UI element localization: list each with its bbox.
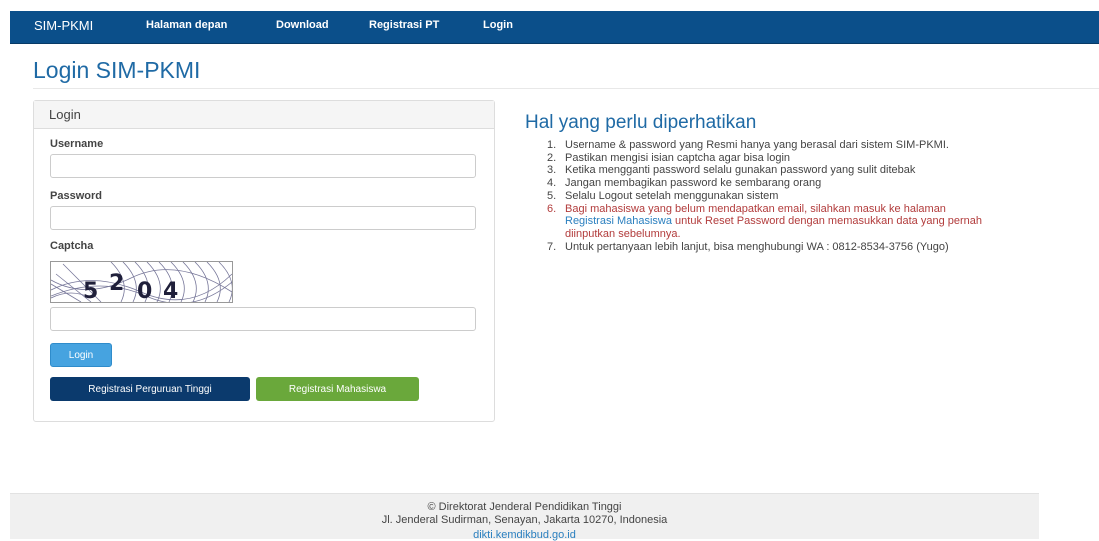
- nav-halaman-depan[interactable]: Halaman depan: [146, 19, 227, 31]
- info-title: Hal yang perlu diperhatikan: [525, 112, 757, 133]
- captcha-digit: 0: [137, 279, 152, 302]
- info-item: 4. Jangan membagikan password ke sembaran…: [547, 177, 997, 190]
- info-item-text: Pastikan mengisi isian captcha agar bisa…: [565, 151, 791, 164]
- info-item-number: 6.: [547, 202, 557, 215]
- brand-link[interactable]: SIM-PKMI: [34, 18, 93, 33]
- info-item-number: 4.: [547, 177, 557, 190]
- login-button[interactable]: Login: [50, 343, 112, 367]
- info-item: 3. Ketika mengganti password selalu gunak…: [547, 164, 997, 177]
- captcha-digit: 5: [83, 279, 98, 302]
- info-item-text: Bagi mahasiswa yang belum mendapatkan em…: [565, 202, 946, 215]
- info-item-number: 1.: [547, 139, 557, 151]
- captcha-image: 5 2 0 4: [50, 261, 233, 303]
- captcha-digit: 4: [163, 279, 178, 302]
- password-label: Password: [50, 190, 102, 202]
- username-input[interactable]: [50, 154, 476, 178]
- nav-registrasi-pt[interactable]: Registrasi PT: [369, 19, 439, 31]
- top-navbar: SIM-PKMI Halaman depan Download Registra…: [10, 11, 1099, 44]
- footer: © Direktorat Jenderal Pendidikan Tinggi …: [10, 493, 1039, 541]
- info-item-number: 5.: [547, 189, 557, 202]
- info-item-text: Untuk pertanyaan lebih lanjut, bisa meng…: [565, 240, 949, 253]
- info-item-text: Ketika mengganti password selalu gunakan…: [565, 164, 916, 177]
- info-item-number: 3.: [547, 164, 557, 177]
- footer-website-link[interactable]: dikti.kemdikbud.go.id: [10, 529, 1039, 541]
- info-item-text: Username & password yang Resmi hanya yan…: [565, 139, 949, 151]
- footer-address: Jl. Jenderal Sudirman, Senayan, Jakarta …: [381, 514, 668, 526]
- registrasi-mahasiswa-button[interactable]: Registrasi Mahasiswa: [256, 377, 419, 401]
- registrasi-perguruan-tinggi-button[interactable]: Registrasi Perguruan Tinggi: [50, 377, 250, 401]
- password-input[interactable]: [50, 206, 476, 230]
- footer-copyright: © Direktorat Jenderal Pendidikan Tinggi: [427, 501, 622, 513]
- info-list: 1. Username & password yang Resmi hanya y…: [547, 139, 997, 253]
- captcha-label: Captcha: [50, 240, 94, 252]
- captcha-input[interactable]: [50, 307, 476, 331]
- title-divider: [33, 88, 1099, 89]
- info-item-number: 7.: [547, 240, 557, 253]
- login-panel: Login Username Password Captcha 5 2 0 4: [33, 100, 495, 422]
- info-item: 5. Selalu Logout setelah menggunakan sist…: [547, 190, 997, 203]
- info-item: 7. Untuk pertanyaan lebih lanjut, bisa me…: [547, 241, 997, 254]
- username-label: Username: [50, 138, 104, 150]
- page-title: Login SIM-PKMI: [33, 57, 201, 83]
- info-item: 1. Username & password yang Resmi hanya y…: [547, 139, 997, 152]
- info-item-warning: 6. Bagi mahasiswa yang belum mendapatkan …: [547, 203, 997, 241]
- nav-login[interactable]: Login: [483, 19, 513, 31]
- login-panel-heading: Login: [34, 101, 494, 129]
- info-item: 2. Pastikan mengisi isian captcha agar bi…: [547, 152, 997, 165]
- registrasi-mahasiswa-link[interactable]: Registrasi Mahasiswa: [565, 215, 672, 227]
- info-item-text: Jangan membagikan password ke sembarang …: [565, 177, 822, 190]
- captcha-digit: 2: [109, 271, 124, 296]
- info-item-text: Selalu Logout setelah menggunakan sistem: [565, 189, 779, 202]
- nav-download[interactable]: Download: [276, 19, 329, 31]
- info-item-number: 2.: [547, 151, 557, 164]
